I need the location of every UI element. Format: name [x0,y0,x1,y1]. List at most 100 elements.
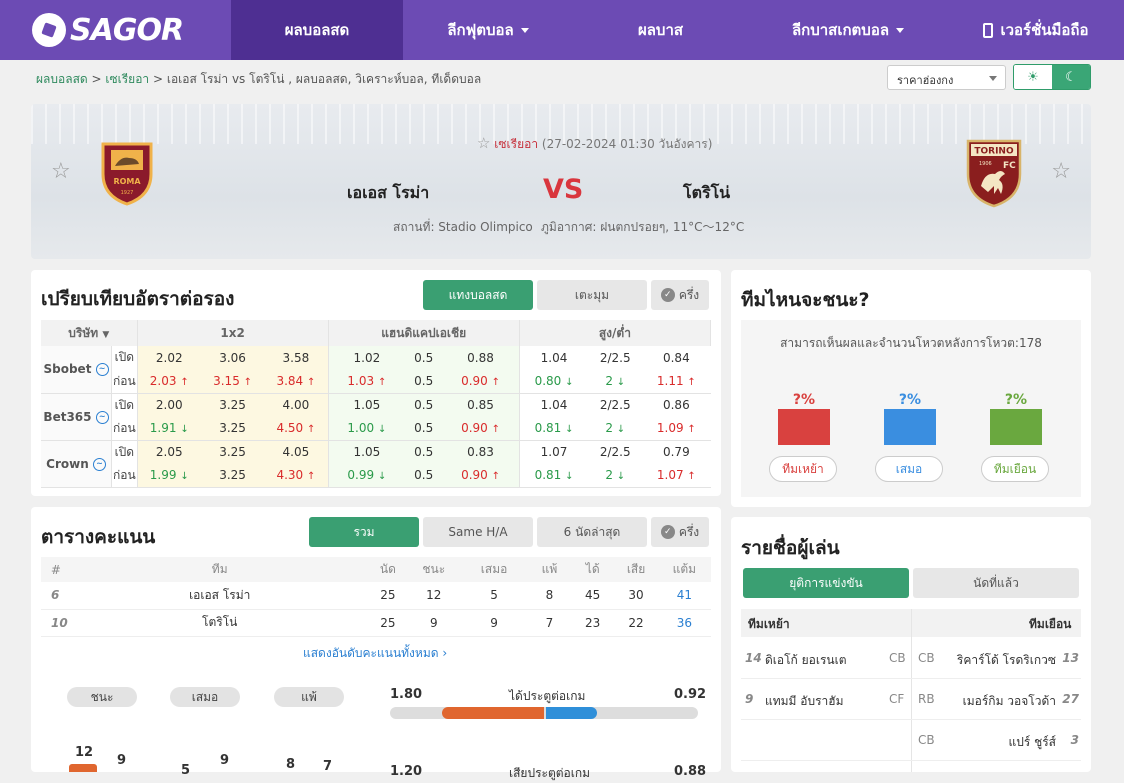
tab-lineup-final[interactable]: ยุติการแข่งขัน [743,568,909,598]
odds-cell[interactable]: 2.05 [137,440,201,464]
odds-cell[interactable]: 2.02 [137,346,201,370]
odds-cell[interactable]: 1.04 [519,346,588,370]
odds-cell[interactable]: 2.03 ↑ [137,369,201,394]
standings-cell[interactable]: โตริโน่ [70,609,369,637]
odds-cell[interactable]: 3.25 [201,463,265,488]
tab-overall[interactable]: รวม [309,517,419,547]
odds-cell[interactable]: 2 ↓ [588,369,643,394]
odds-cell[interactable]: 2.00 [137,393,201,417]
odds-cell[interactable]: 0.79 [642,440,710,464]
odds-cell[interactable]: 1.11 ↑ [642,369,711,394]
trend-chart-icon[interactable]: ~ [92,457,106,471]
standings-row[interactable]: 6 เอเอส โรม่า 25 12 5 8 45 30 41 [41,582,711,610]
odds-cell[interactable]: 4.50 ↑ [264,416,329,441]
odds-cell[interactable]: 0.90 ↑ [442,463,520,488]
odds-cell[interactable]: 1.09 ↑ [642,416,711,441]
vote-button[interactable]: เสมอ [875,456,943,482]
odds-cell[interactable]: 3.06 [201,346,265,370]
odds-cell[interactable]: 2/2.5 [588,440,642,464]
odds-cell[interactable]: 3.58 [264,346,329,370]
nav-item-live-scores[interactable]: ผลบอลสด [231,0,403,60]
odds-cell[interactable]: 0.90 ↑ [442,416,520,441]
odds-format-select[interactable]: ราคาฮ่องกง [887,65,1006,90]
odds-cell[interactable]: 0.5 [405,369,443,394]
odds-cell[interactable]: 1.07 [519,440,588,464]
odds-cell[interactable]: 0.83 [442,440,520,464]
odds-cell[interactable]: 2 ↓ [588,416,643,441]
odds-cell[interactable]: 1.05 [328,393,406,417]
odds-cell[interactable]: 0.5 [405,346,443,370]
odds-cell[interactable]: 3.25 [201,416,265,441]
trend-chart-icon[interactable]: ~ [95,363,109,377]
vote-button[interactable]: ทีมเหย้า [769,456,837,482]
odds-cell[interactable]: 0.5 [405,416,443,441]
tab-live-betting[interactable]: แทงบอลสด [423,280,533,310]
odds-cell[interactable]: 0.84 [642,346,710,370]
player-name[interactable]: แปร์ ชูร์ส์ [1008,733,1056,752]
tab-last-6[interactable]: 6 นัดล่าสุด [537,517,647,547]
standings-cell[interactable]: เอเอส โรม่า [70,582,369,610]
show-all-standings-link[interactable]: แสดงอันดับคะแนนทั้งหมด › [303,644,447,663]
odds-cell[interactable]: 0.90 ↑ [442,369,520,394]
away-team-name[interactable]: โตริโน่ [683,181,730,206]
odds-cell[interactable]: 0.5 [405,393,443,417]
odds-cell[interactable]: 3.25 [201,440,265,464]
bookmaker-name[interactable]: Sbobet ~ [41,346,113,394]
trend-chart-icon[interactable]: ~ [95,410,109,424]
home-team-name[interactable]: เอเอส โรม่า [347,181,429,206]
odds-cell[interactable]: 1.91 ↓ [137,416,201,441]
player-name[interactable]: เมอร์กิม วอจโวด้า [963,692,1056,711]
bookmaker-name[interactable]: Crown ~ [41,440,113,488]
odds-cell[interactable]: 4.00 [264,393,329,417]
standings-row[interactable]: 10 โตริโน่ 25 9 9 7 23 22 36 [41,609,711,637]
odds-cell[interactable]: 1.05 [328,440,406,464]
nav-item-football-leagues[interactable]: ลีกฟุตบอล [403,0,573,60]
favorite-star-icon[interactable]: ☆ [51,159,71,184]
breadcrumb-home[interactable]: ผลบอลสด [36,72,88,86]
tab-last-match[interactable]: นัดที่แล้ว [913,568,1079,598]
odds-cell[interactable]: 0.81 ↓ [519,416,589,441]
half-toggle[interactable]: ✓ ครึ่ง [651,280,709,310]
sun-icon[interactable]: ☀ [1014,65,1052,89]
odds-cell[interactable]: 0.88 [442,346,520,370]
odds-cell[interactable]: 1.00 ↓ [328,416,406,441]
player-name[interactable]: แทมมี อับราฮัม [765,692,844,711]
odds-cell[interactable]: 0.5 [405,463,443,488]
odds-cell[interactable]: 0.80 ↓ [519,369,589,394]
odds-cell[interactable]: 0.85 [442,393,520,417]
odds-cell[interactable]: 0.5 [405,440,443,464]
odds-cell[interactable]: 3.25 [201,393,265,417]
pill-win[interactable]: ชนะ [67,687,137,707]
nav-item-basketball-results[interactable]: ผลบาส [573,0,748,60]
favorite-star-icon[interactable]: ☆ [1051,159,1071,184]
nav-item-basketball-leagues[interactable]: ลีกบาสเกตบอล [748,0,948,60]
breadcrumb-league[interactable]: เซเรียอา [105,72,149,86]
tab-same-home-away[interactable]: Same H/A [423,517,533,547]
vote-button[interactable]: ทีมเยือน [981,456,1049,482]
odds-cell[interactable]: 1.02 [328,346,406,370]
site-logo[interactable]: SAGOR [0,0,231,60]
odds-cell[interactable]: 2/2.5 [588,346,642,370]
player-name[interactable]: ริคาร์โด้ โรดริเกวซ [957,651,1056,670]
odds-cell[interactable]: 4.30 ↑ [264,463,329,488]
pill-loss[interactable]: แพ้ [274,687,344,707]
odds-cell[interactable]: 0.81 ↓ [519,463,589,488]
player-name[interactable]: ดิเอโก้ ยอเรนเต [765,651,847,670]
col-company[interactable]: บริษัท ▼ [41,320,138,346]
pill-draw[interactable]: เสมอ [170,687,240,707]
favorite-star-icon[interactable]: ☆ [477,134,490,152]
odds-cell[interactable]: 3.15 ↑ [201,369,265,394]
bookmaker-name[interactable]: Bet365 ~ [41,393,113,441]
odds-cell[interactable]: 1.04 [519,393,588,417]
odds-cell[interactable]: 0.99 ↓ [328,463,406,488]
odds-cell[interactable]: 0.86 [642,393,710,417]
half-toggle[interactable]: ✓ ครึ่ง [651,517,709,547]
odds-cell[interactable]: 1.07 ↑ [642,463,711,488]
moon-icon[interactable]: ☾ [1052,65,1090,89]
tab-corners[interactable]: เตะมุม [537,280,647,310]
odds-cell[interactable]: 2/2.5 [588,393,642,417]
odds-cell[interactable]: 2 ↓ [588,463,643,488]
odds-cell[interactable]: 4.05 [264,440,329,464]
nav-item-mobile-version[interactable]: เวอร์ชั่นมือถือ [948,0,1124,60]
odds-cell[interactable]: 1.99 ↓ [137,463,201,488]
